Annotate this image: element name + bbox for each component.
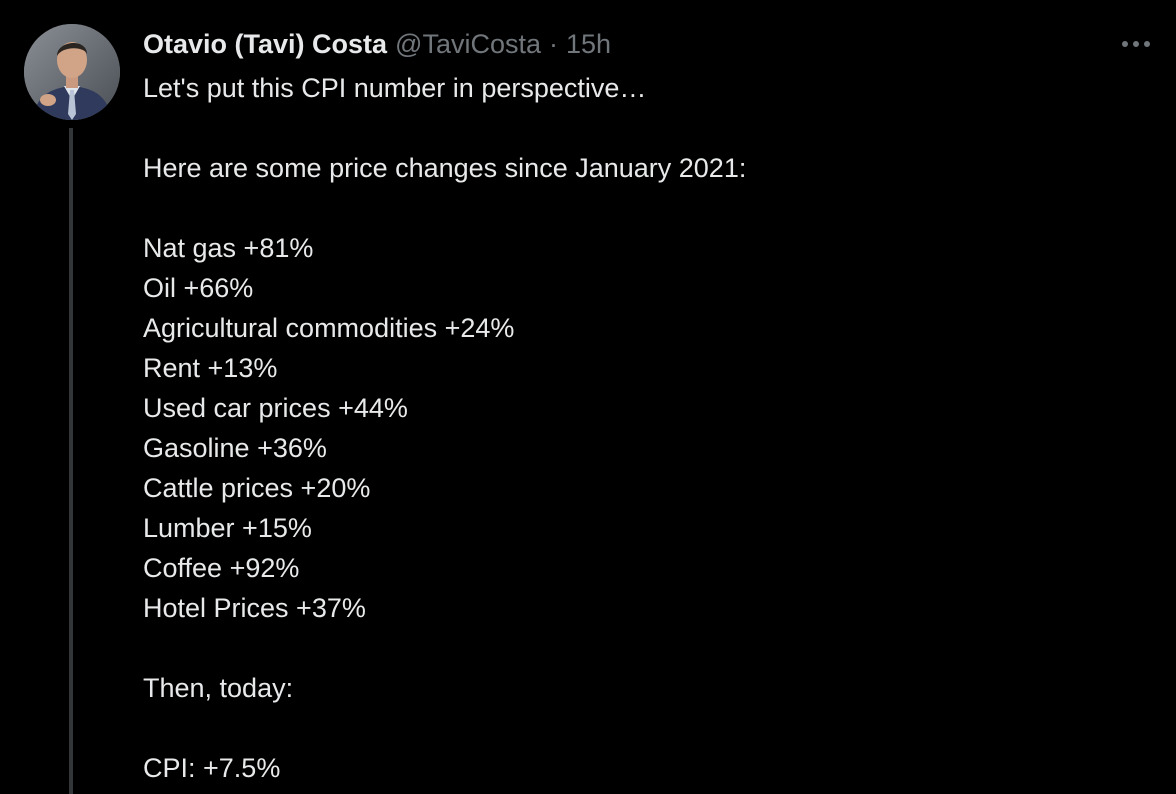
tweet-text-line: CPI: +7.5%: [143, 753, 281, 783]
tweet-text-line: Then, today:: [143, 673, 294, 703]
tweet-text-line: Rent +13%: [143, 353, 278, 383]
separator-dot: ·: [549, 28, 559, 59]
tweet-text-line: [143, 708, 1143, 748]
timestamp[interactable]: 15h: [566, 29, 611, 60]
tweet-text-line: [143, 188, 1143, 228]
tweet-text: Let's put this CPI number in perspective…: [143, 68, 1143, 788]
tweet-text-line: [143, 628, 1143, 668]
author-display-name[interactable]: Otavio (Tavi) Costa: [143, 29, 387, 60]
more-horizontal-icon: [1122, 41, 1150, 47]
tweet-text-line: Here are some price changes since Januar…: [143, 153, 747, 183]
tweet-text-line: [143, 108, 1143, 148]
tweet-text-line: Agricultural commodities +24%: [143, 313, 515, 343]
tweet-text-line: Let's put this CPI number in perspective…: [143, 73, 647, 103]
tweet-text-line: Coffee +92%: [143, 553, 300, 583]
tweet-text-line: Nat gas +81%: [143, 233, 314, 263]
tweet[interactable]: Otavio (Tavi) Costa @TaviCosta · 15h Let…: [0, 0, 1176, 794]
tweet-text-line: Cattle prices +20%: [143, 473, 371, 503]
author-handle[interactable]: @TaviCosta: [395, 29, 541, 60]
tweet-text-line: Hotel Prices +37%: [143, 593, 366, 623]
profile-photo-icon: [24, 24, 120, 120]
thread-line: [69, 128, 73, 794]
tweet-text-line: Used car prices +44%: [143, 393, 408, 423]
tweet-header: Otavio (Tavi) Costa @TaviCosta · 15h: [143, 26, 611, 62]
avatar[interactable]: [24, 24, 120, 120]
tweet-text-line: Oil +66%: [143, 273, 254, 303]
tweet-text-line: Gasoline +36%: [143, 433, 327, 463]
tweet-text-line: Lumber +15%: [143, 513, 312, 543]
more-options-button[interactable]: [1116, 30, 1156, 58]
